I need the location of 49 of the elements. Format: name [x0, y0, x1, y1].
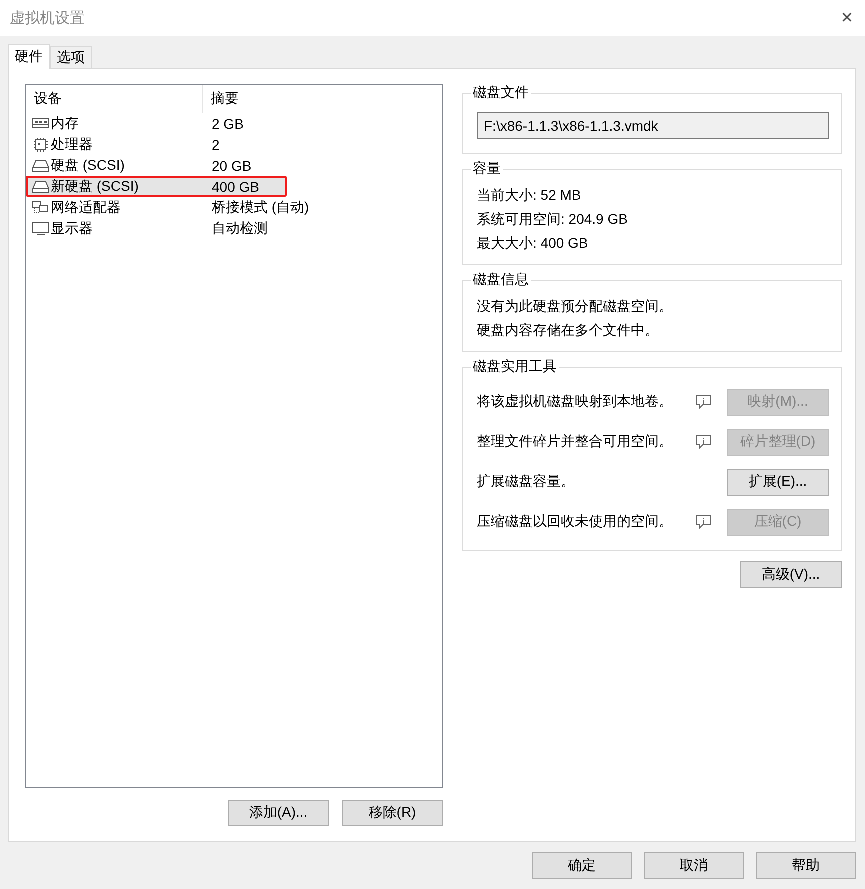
device-summary: 400 GB [211, 178, 260, 194]
tab[interactable]: 选项 [50, 46, 92, 68]
dialog-button[interactable]: 取消 [644, 852, 744, 879]
device-row[interactable]: 新硬盘 (SCSI) 400 GB [26, 176, 287, 197]
list-button[interactable]: 移除(R) [342, 800, 443, 826]
group-title: 磁盘实用工具 [472, 358, 558, 376]
dialog-button[interactable]: 帮助 [756, 852, 856, 879]
device-summary: 桥接模式 (自动) [211, 198, 310, 216]
window-title: 虚拟机设置 [10, 8, 85, 28]
group-title: 容量 [472, 160, 502, 178]
device-name: 处理器 [51, 136, 93, 154]
device-row[interactable]: 处理器 2 [26, 134, 441, 155]
monitor-icon [32, 222, 50, 236]
device-summary: 2 [211, 136, 221, 152]
utility-text: 将该虚拟机磁盘映射到本地卷。 [477, 393, 674, 411]
column-header[interactable]: 摘要 [202, 85, 442, 113]
device-name: 内存 [51, 114, 79, 132]
device-summary: 自动检测 [211, 220, 269, 238]
info-text: 硬盘内容存储在多个文件中。 [477, 321, 660, 340]
list-button[interactable]: 添加(A)... [228, 800, 329, 826]
device-row[interactable]: 网络适配器 桥接模式 (自动) [26, 197, 441, 218]
capacity-text: 最大大小: 400 GB [477, 234, 590, 253]
device-summary: 2 GB [211, 116, 245, 132]
group-title: 磁盘信息 [472, 271, 530, 289]
network-icon [32, 200, 50, 214]
disk-file-field[interactable]: F:\x86-1.1.3\x86-1.1.3.vmdk [477, 112, 829, 139]
device-name: 显示器 [51, 220, 93, 238]
utility-text: 整理文件碎片并整合可用空间。 [477, 433, 674, 451]
device-name: 新硬盘 (SCSI) [51, 178, 139, 196]
utility-text: 压缩磁盘以回收未使用的空间。 [477, 513, 674, 531]
device-row[interactable]: 硬盘 (SCSI) 20 GB [26, 155, 441, 176]
tab[interactable]: 硬件 [8, 44, 50, 69]
info-text: 没有为此硬盘预分配磁盘空间。 [477, 297, 674, 316]
device-name: 硬盘 (SCSI) [51, 156, 125, 174]
dialog-button[interactable]: 确定 [532, 852, 632, 879]
capacity-text: 系统可用空间: 204.9 GB [477, 210, 629, 229]
device-summary: 20 GB [211, 158, 253, 174]
close-button[interactable]: × [835, 6, 859, 30]
capacity-text: 当前大小: 52 MB [477, 186, 582, 205]
group-title: 磁盘文件 [472, 84, 530, 102]
utility-button[interactable]: 扩展(E)... [727, 468, 829, 496]
advanced-button[interactable]: 高级(V)... [740, 561, 842, 588]
utility-text: 扩展磁盘容量。 [477, 473, 576, 491]
chip-icon [32, 138, 50, 152]
memory-icon [32, 116, 50, 130]
column-header[interactable]: 设备 [26, 85, 202, 113]
device-row[interactable]: 显示器 自动检测 [26, 218, 441, 239]
device-row[interactable]: 内存 2 GB [26, 113, 441, 134]
device-name: 网络适配器 [51, 198, 121, 216]
